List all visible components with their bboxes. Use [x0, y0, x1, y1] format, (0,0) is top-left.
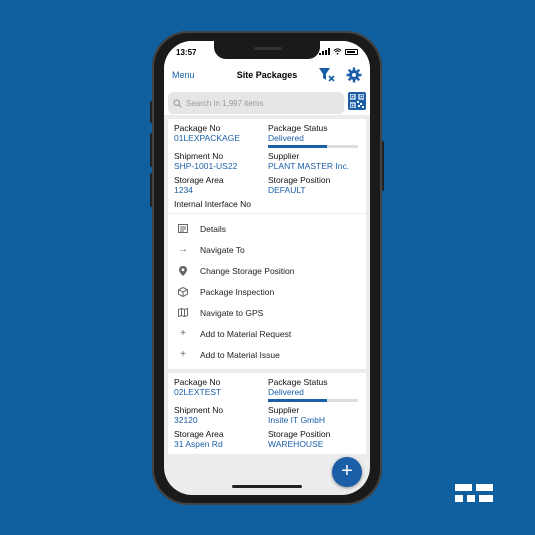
supplier-field: Supplier PLANT MASTER Inc. [268, 151, 360, 172]
status-progress-bar [268, 145, 358, 148]
shipment-no-value: 32120 [174, 415, 198, 425]
package-status-field: Package Status Delivered [268, 377, 360, 402]
filter-clear-icon[interactable] [318, 67, 336, 83]
status-time: 13:57 [176, 48, 197, 57]
action-change-storage-position[interactable]: Change Storage Position [168, 260, 366, 281]
search-icon [173, 98, 182, 108]
package-list: Package No 01LEXPACKAGE Package Status D… [164, 117, 370, 454]
internal-interface-field: Internal Interface No [174, 199, 252, 209]
package-no-field: Package No 01LEXPACKAGE [174, 123, 268, 148]
action-menu: Details → Navigate To Change Storage Pos… [168, 214, 366, 369]
action-package-inspection[interactable]: Package Inspection [168, 281, 366, 302]
package-status-value: Delivered [268, 387, 304, 397]
supplier-field: Supplier Insite IT GmbH [268, 405, 360, 426]
action-navigate-to-gps[interactable]: Navigate to GPS [168, 302, 366, 323]
package-no-value: 02LEXTEST [174, 387, 222, 397]
search-row: Search in 1,997 items [164, 89, 370, 115]
add-button[interactable]: + [332, 457, 362, 487]
shipment-no-field: Shipment No 32120 [174, 405, 268, 426]
wifi-icon [333, 48, 342, 55]
action-add-to-material-request[interactable]: + Add to Material Request [168, 323, 366, 344]
phone-frame: 13:57 Menu Site Packages Search in 1,997… [150, 31, 384, 505]
gear-icon[interactable] [346, 67, 362, 83]
menu-button[interactable]: Menu [172, 70, 195, 80]
details-icon [176, 223, 190, 235]
storage-position-field: Storage Position DEFAULT [268, 175, 360, 196]
search-placeholder: Search in 1,997 items [186, 98, 264, 108]
page-title: Site Packages [236, 70, 298, 80]
storage-position-value: WAREHOUSE [268, 439, 324, 449]
qr-code-icon[interactable] [348, 92, 366, 110]
plus-icon: + [180, 328, 186, 339]
brand-logo-icon [455, 484, 493, 502]
phone-screen: 13:57 Menu Site Packages Search in 1,997… [164, 41, 370, 495]
home-indicator [232, 485, 302, 488]
arrow-right-icon: → [178, 244, 188, 255]
storage-position-field: Storage Position WAREHOUSE [268, 429, 360, 450]
storage-area-value: 31 Aspen Rd [174, 439, 223, 449]
phone-side-button [150, 101, 152, 123]
package-no-value: 01LEXPACKAGE [174, 133, 240, 143]
storage-area-field: Storage Area 1234 [174, 175, 268, 196]
action-navigate-to[interactable]: → Navigate To [168, 239, 366, 260]
package-card[interactable]: Package No 01LEXPACKAGE Package Status D… [168, 119, 366, 213]
package-card[interactable]: Package No 02LEXTEST Package Status Deli… [168, 373, 366, 454]
nav-bar: Menu Site Packages [164, 63, 370, 89]
phone-notch [214, 41, 320, 59]
location-pin-icon [176, 265, 190, 277]
status-icons [319, 48, 358, 55]
shipment-no-field: Shipment No SHP-1001-US22 [174, 151, 268, 172]
storage-position-value: DEFAULT [268, 185, 306, 195]
map-icon [176, 307, 190, 319]
supplier-value: PLANT MASTER Inc. [268, 161, 350, 171]
action-details[interactable]: Details [168, 218, 366, 239]
action-add-to-material-issue[interactable]: + Add to Material Issue [168, 344, 366, 365]
phone-volume-up [150, 133, 152, 167]
shipment-no-value: SHP-1001-US22 [174, 161, 238, 171]
supplier-value: Insite IT GmbH [268, 415, 325, 425]
phone-volume-down [150, 173, 152, 207]
package-icon [176, 286, 190, 298]
battery-icon [345, 48, 358, 55]
plus-icon: + [180, 349, 186, 360]
status-progress-bar [268, 399, 358, 402]
phone-power-button [382, 141, 384, 191]
search-input[interactable]: Search in 1,997 items [168, 92, 344, 114]
signal-icon [319, 48, 330, 55]
storage-area-field: Storage Area 31 Aspen Rd [174, 429, 268, 450]
package-no-field: Package No 02LEXTEST [174, 377, 268, 402]
storage-area-value: 1234 [174, 185, 193, 195]
package-status-field: Package Status Delivered [268, 123, 360, 148]
package-status-value: Delivered [268, 133, 304, 143]
